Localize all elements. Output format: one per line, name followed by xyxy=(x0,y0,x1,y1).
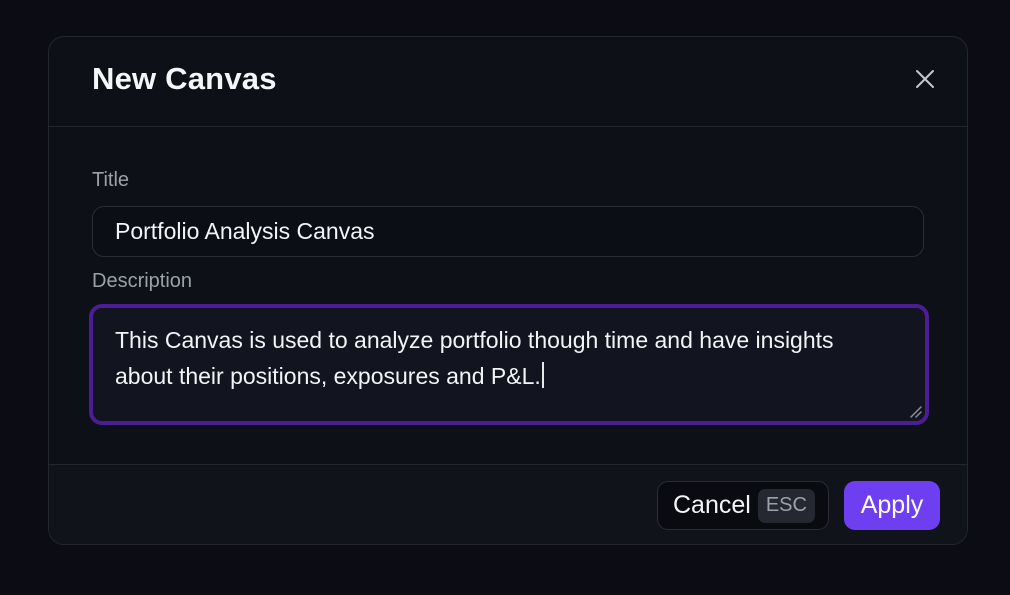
close-button[interactable] xyxy=(913,67,937,91)
cancel-label: Cancel xyxy=(673,491,751,519)
text-caret xyxy=(541,362,544,388)
cancel-button[interactable]: Cancel ESC xyxy=(657,481,829,530)
description-textarea[interactable]: This Canvas is used to analyze portfolio… xyxy=(89,304,929,425)
dialog-footer: Cancel ESC Apply xyxy=(49,464,967,544)
dialog-body: Title Description This Canvas is used to… xyxy=(49,127,967,465)
description-value: This Canvas is used to analyze portfolio… xyxy=(115,327,834,389)
close-icon xyxy=(916,70,934,88)
resize-handle-icon[interactable] xyxy=(908,404,922,418)
dialog-title: New Canvas xyxy=(92,61,277,96)
title-input[interactable] xyxy=(92,206,924,257)
title-label: Title xyxy=(92,169,130,191)
esc-shortcut-badge: ESC xyxy=(757,488,815,523)
description-label: Description xyxy=(92,270,193,292)
description-text[interactable]: This Canvas is used to analyze portfolio… xyxy=(115,322,885,394)
new-canvas-dialog: New Canvas Title Description This Canvas… xyxy=(48,36,968,545)
apply-button[interactable]: Apply xyxy=(844,481,940,530)
dialog-header: New Canvas xyxy=(49,37,967,127)
